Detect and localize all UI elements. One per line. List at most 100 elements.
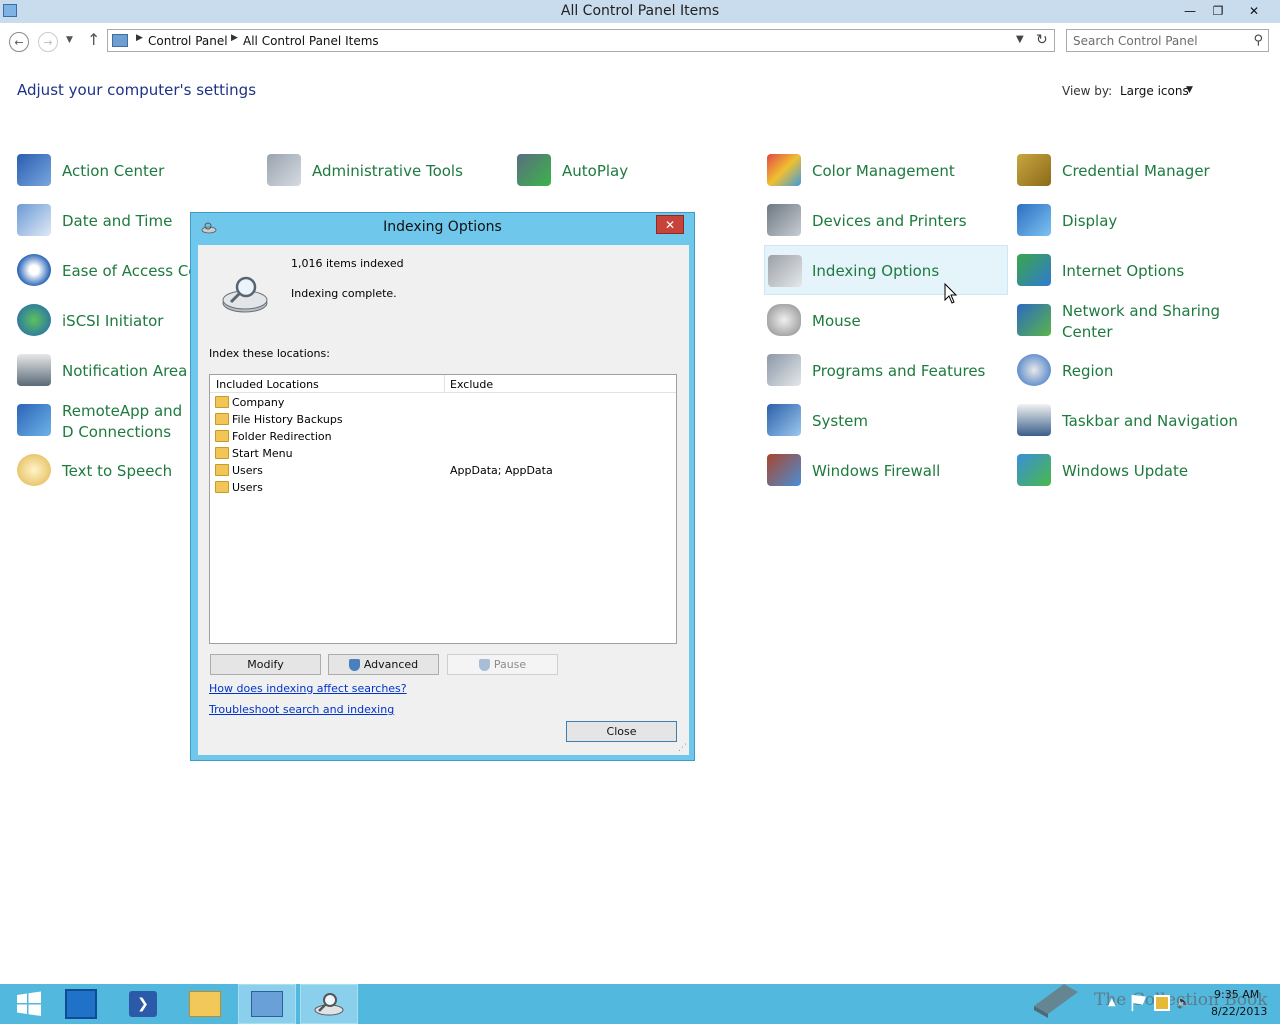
window-title: All Control Panel Items [560, 3, 720, 19]
taskbar-server-manager[interactable] [52, 984, 110, 1024]
column-header-exclude[interactable]: Exclude [450, 378, 493, 391]
address-bar[interactable]: ▶ Control Panel ▶ All Control Panel Item… [107, 29, 1055, 52]
list-item[interactable]: Start Menu [210, 445, 676, 462]
folder-icon [215, 447, 229, 459]
cp-item-label: Indexing Options [812, 262, 940, 280]
folder-icon [215, 464, 229, 476]
cp-item-label: Ease of Access Cen [62, 262, 208, 280]
search-icon[interactable]: ⚲ [1253, 33, 1263, 48]
cp-item-internet-options[interactable]: Internet Options [1017, 247, 1260, 293]
breadcrumb-arrow-icon[interactable]: ▶ [136, 33, 143, 43]
location-name: Start Menu [232, 447, 293, 460]
search-box[interactable]: ⚲ [1066, 29, 1269, 52]
cp-item-action-center[interactable]: Action Center [17, 147, 260, 193]
book-logo-icon [1034, 984, 1078, 1018]
cp-item-windows-update[interactable]: Windows Update [1017, 447, 1260, 493]
navigation-bar: ← → ▼ ↑ ▶ Control Panel ▶ All Control Pa… [0, 24, 1280, 58]
cp-item-label: Mouse [812, 312, 861, 330]
minimize-button[interactable]: — [1176, 0, 1204, 21]
clock-time[interactable]: 9:35 AM [1214, 988, 1259, 1001]
cp-item-indexing-options[interactable]: Indexing Options [764, 245, 1008, 295]
cp-item-administrative-tools[interactable]: Administrative Tools [267, 147, 510, 193]
mouse-icon [767, 304, 801, 336]
locations-list[interactable]: Included Locations Exclude Company File … [209, 374, 677, 644]
cp-item-windows-firewall[interactable]: Windows Firewall [767, 447, 1010, 493]
cp-item-system[interactable]: System [767, 397, 1010, 443]
resize-grip-icon[interactable]: ⋰ [678, 743, 687, 753]
taskbar-control-panel[interactable] [238, 984, 296, 1024]
list-item[interactable]: File History Backups [210, 411, 676, 428]
pause-button[interactable]: Pause [447, 654, 558, 675]
search-input[interactable] [1073, 33, 1243, 48]
modify-button[interactable]: Modify [210, 654, 321, 675]
chevron-down-icon[interactable]: ▼ [1016, 34, 1024, 45]
taskbar: ❯ The Collection Book ▲ 🔈 9:35 AM 8/22/2… [0, 984, 1280, 1024]
cp-item-mouse[interactable]: Mouse [767, 297, 1010, 343]
breadcrumb-arrow-icon[interactable]: ▶ [231, 33, 238, 43]
list-item[interactable]: Users [210, 479, 676, 496]
taskbar-powershell[interactable]: ❯ [114, 984, 172, 1024]
iscsi-globe-icon [17, 304, 51, 336]
cp-item-label: Windows Update [1062, 462, 1189, 480]
breadcrumb-all-items[interactable]: All Control Panel Items [243, 34, 379, 48]
items-indexed-count: 1,016 items indexed [291, 257, 404, 270]
location-name: File History Backups [232, 413, 343, 426]
back-button[interactable]: ← [9, 32, 29, 52]
list-item[interactable]: Users AppData; AppData [210, 462, 676, 479]
cp-item-label: Programs and Features [812, 362, 986, 380]
recent-locations-dropdown[interactable]: ▼ [66, 35, 73, 45]
maximize-button[interactable]: ❐ [1204, 0, 1232, 21]
cp-item-display[interactable]: Display [1017, 197, 1260, 243]
list-item[interactable]: Company [210, 394, 676, 411]
powershell-icon: ❯ [129, 991, 157, 1017]
ease-of-access-icon [17, 254, 51, 286]
cp-item-credential-manager[interactable]: Credential Manager [1017, 147, 1260, 193]
folder-icon [215, 481, 229, 493]
advanced-button[interactable]: Advanced [328, 654, 439, 675]
taskbar-file-explorer[interactable] [176, 984, 234, 1024]
cp-item-label: Region [1062, 362, 1114, 380]
taskbar-indexing-options[interactable] [300, 984, 358, 1024]
view-by-dropdown[interactable]: Large icons [1120, 84, 1189, 98]
indexing-help-link[interactable]: How does indexing affect searches? [209, 682, 407, 695]
location-name: Company [232, 396, 285, 409]
cp-item-label: AutoPlay [562, 162, 629, 180]
folder-icon [215, 413, 229, 425]
clock-date[interactable]: 8/22/2013 [1211, 1005, 1267, 1018]
close-icon[interactable]: ✕ [656, 215, 684, 234]
globe-checklist-icon [1017, 254, 1051, 286]
cp-item-taskbar-and-navigation[interactable]: Taskbar and Navigation [1017, 397, 1260, 443]
cp-item-region[interactable]: Region [1017, 347, 1260, 393]
refresh-icon[interactable]: ↻ [1036, 32, 1048, 48]
chevron-down-icon[interactable]: ▼ [1186, 85, 1193, 95]
troubleshoot-link[interactable]: Troubleshoot search and indexing [209, 703, 394, 716]
cp-item-network-and-sharing[interactable]: Network and Sharing Center [1017, 297, 1260, 343]
windows-logo-icon [17, 991, 41, 1016]
start-button[interactable] [0, 984, 58, 1024]
control-panel-icon [112, 34, 128, 47]
admin-tools-icon [267, 154, 301, 186]
cp-item-devices-and-printers[interactable]: Devices and Printers [767, 197, 1010, 243]
location-name: Users [232, 481, 263, 494]
location-name: Users [232, 464, 263, 477]
firewall-icon [767, 454, 801, 486]
breadcrumb-control-panel[interactable]: Control Panel [148, 34, 228, 48]
cp-item-autoplay[interactable]: AutoPlay [517, 147, 760, 193]
shield-icon [348, 658, 360, 671]
cp-item-label: iSCSI Initiator [62, 312, 164, 330]
cp-item-programs-and-features[interactable]: Programs and Features [767, 347, 1010, 393]
forward-button[interactable]: → [38, 32, 58, 52]
list-item[interactable]: Folder Redirection [210, 428, 676, 445]
volume-icon[interactable]: 🔈 [1176, 995, 1192, 1011]
column-divider[interactable] [444, 375, 445, 393]
show-hidden-icons-icon[interactable]: ▲ [1108, 997, 1116, 1008]
cp-item-color-management[interactable]: Color Management [767, 147, 1010, 193]
list-header: Included Locations Exclude [210, 375, 676, 393]
system-icon [767, 404, 801, 436]
column-header-included[interactable]: Included Locations [216, 378, 319, 391]
shield-icon [478, 658, 490, 671]
network-warning-icon[interactable] [1154, 995, 1170, 1011]
up-button[interactable]: ↑ [87, 30, 100, 49]
close-button[interactable]: Close [566, 721, 677, 742]
close-window-button[interactable]: ✕ [1234, 0, 1274, 21]
